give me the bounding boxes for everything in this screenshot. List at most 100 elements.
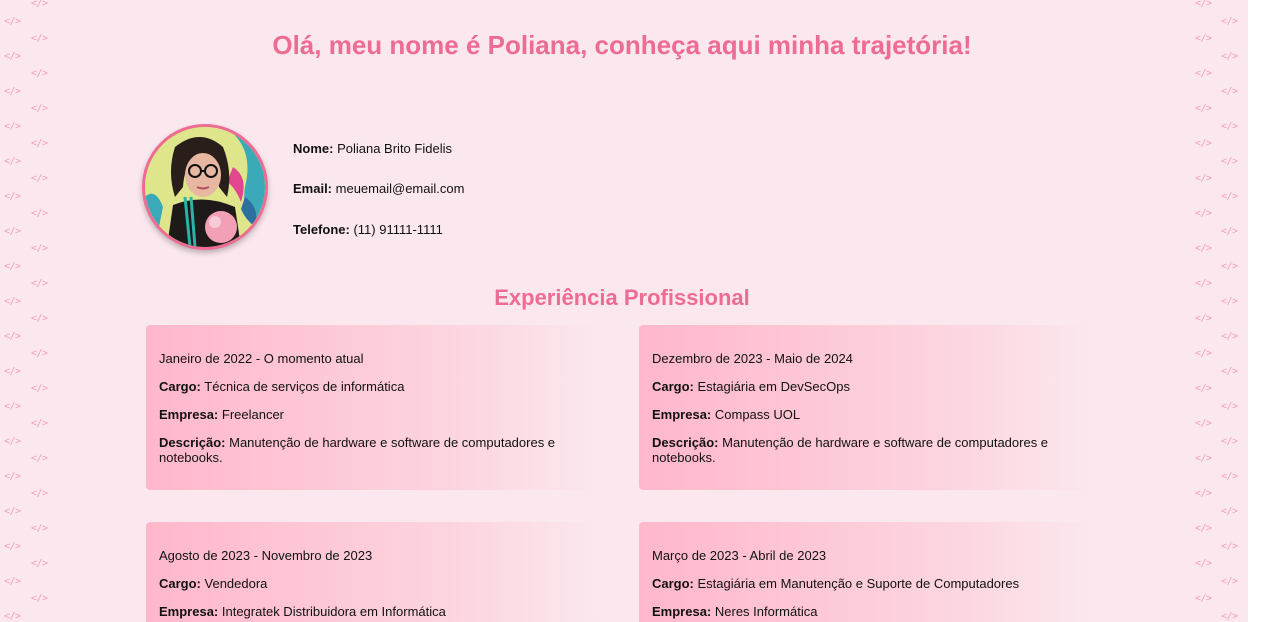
- code-glyph: </>: [4, 330, 21, 342]
- code-glyph: </>: [1221, 155, 1238, 167]
- profile-photo-image: [145, 127, 265, 247]
- profile-photo: [142, 124, 268, 250]
- code-glyph: </>: [1195, 313, 1212, 324]
- experience-period: Março de 2023 - Abril de 2023: [652, 548, 827, 563]
- experience-title: Experiência Profissional: [494, 285, 750, 310]
- empresa-value: Integratek Distribuidora em Informática: [221, 604, 446, 619]
- code-glyph: </>: [1195, 453, 1212, 464]
- page-title: Olá, meu nome é Poliana, conheça aqui mi…: [272, 30, 972, 60]
- cargo-label: Cargo:: [159, 379, 201, 394]
- code-glyph: </>: [1195, 558, 1212, 569]
- code-glyph: </>: [31, 488, 48, 499]
- profile-phone: Telefone: (11) 91111-1111: [293, 222, 443, 237]
- code-glyph: </>: [31, 453, 48, 464]
- experience-card: Agosto de 2023 - Novembro de 2023 Cargo:…: [146, 522, 604, 622]
- code-glyph: </>: [1221, 540, 1238, 552]
- code-glyph: </>: [4, 225, 21, 237]
- descricao-label: Descrição:: [652, 435, 719, 450]
- code-glyph: </>: [31, 173, 48, 184]
- code-glyph: </>: [31, 208, 48, 219]
- code-glyph: </>: [31, 383, 48, 394]
- email-value: meuemail@email.com: [335, 181, 465, 196]
- code-glyph: </>: [1195, 138, 1212, 149]
- code-glyph: </>: [31, 103, 48, 114]
- code-glyph: </>: [31, 348, 48, 359]
- cargo-label: Cargo:: [652, 379, 694, 394]
- code-glyph: </>: [1221, 15, 1238, 27]
- empresa-label: Empresa:: [159, 604, 219, 619]
- name-value: Poliana Brito Fidelis: [337, 141, 452, 156]
- code-glyph: </>: [1195, 243, 1212, 254]
- code-glyph: </>: [1221, 400, 1238, 412]
- code-glyph: </>: [4, 260, 21, 272]
- code-glyph: </>: [31, 68, 48, 79]
- code-glyph: </>: [31, 418, 48, 429]
- code-glyph: </>: [1195, 523, 1212, 534]
- code-glyph: </>: [1221, 470, 1238, 482]
- code-glyph: </>: [1221, 85, 1238, 97]
- code-glyph: </>: [31, 593, 48, 604]
- cargo-value: Estagiária em Manutenção e Suporte de Co…: [697, 576, 1020, 591]
- empresa-label: Empresa:: [652, 407, 712, 422]
- cargo-label: Cargo:: [159, 576, 201, 591]
- empresa-label: Empresa:: [652, 604, 712, 619]
- code-glyph: </>: [1195, 208, 1212, 219]
- code-glyph: </>: [31, 313, 48, 324]
- code-pattern-right: </> </> </> </> </> </> </> </> </> </> </> </> </> <…: [1190, 0, 1240, 622]
- code-glyph: </>: [1221, 435, 1238, 447]
- code-glyph: </>: [1221, 575, 1238, 587]
- code-glyph: </>: [31, 0, 48, 9]
- code-glyph: </>: [1221, 190, 1238, 202]
- code-glyph: </>: [1195, 593, 1212, 604]
- page-right-gutter: [1248, 0, 1274, 622]
- experience-period: Dezembro de 2023 - Maio de 2024: [652, 351, 853, 366]
- code-glyph: </>: [1221, 330, 1238, 342]
- experience-card: Janeiro de 2022 - O momento atual Cargo:…: [146, 325, 604, 490]
- page: </> </> </> </> </> </> </> </> </> </> </> </> </> <…: [0, 0, 1248, 622]
- experience-period: Janeiro de 2022 - O momento atual: [159, 351, 364, 366]
- code-glyph: </>: [1195, 488, 1212, 499]
- code-glyph: </>: [4, 540, 21, 552]
- email-label: Email:: [293, 181, 333, 196]
- empresa-label: Empresa:: [159, 407, 219, 422]
- code-glyph: </>: [1195, 383, 1212, 394]
- code-glyph: </>: [1195, 348, 1212, 359]
- code-glyph: </>: [4, 85, 21, 97]
- descricao-label: Descrição:: [159, 435, 226, 450]
- code-glyph: </>: [1195, 68, 1212, 79]
- profile-email: Email: meuemail@email.com: [293, 181, 464, 196]
- cargo-value: Vendedora: [204, 576, 268, 591]
- code-pattern-left: </> </> </> </> </> </> </> </> </> </> </> </> </> <…: [0, 0, 50, 622]
- cargo-label: Cargo:: [652, 576, 694, 591]
- code-glyph: </>: [31, 558, 48, 569]
- code-glyph: </>: [4, 190, 21, 202]
- experience-period: Agosto de 2023 - Novembro de 2023: [159, 548, 373, 563]
- code-glyph: </>: [1221, 505, 1238, 517]
- code-glyph: </>: [1221, 225, 1238, 237]
- code-glyph: </>: [4, 470, 21, 482]
- code-glyph: </>: [4, 155, 21, 167]
- code-glyph: </>: [1221, 120, 1238, 132]
- code-glyph: </>: [4, 575, 21, 587]
- name-label: Nome:: [293, 141, 334, 156]
- code-glyph: </>: [31, 138, 48, 149]
- cargo-value: Estagiária em DevSecOps: [697, 379, 850, 394]
- code-glyph: </>: [4, 365, 21, 377]
- empresa-value: Compass UOL: [714, 407, 801, 422]
- code-glyph: </>: [4, 610, 21, 622]
- phone-label: Telefone:: [293, 222, 350, 237]
- code-glyph: </>: [4, 120, 21, 132]
- code-glyph: </>: [31, 523, 48, 534]
- empresa-value: Neres Informática: [714, 604, 818, 619]
- code-glyph: </>: [1221, 610, 1238, 622]
- code-glyph: </>: [4, 435, 21, 447]
- experience-card: Março de 2023 - Abril de 2023 Cargo: Est…: [639, 522, 1097, 622]
- code-glyph: </>: [1195, 0, 1212, 9]
- code-glyph: </>: [1195, 173, 1212, 184]
- profile-name: Nome: Poliana Brito Fidelis: [293, 141, 452, 156]
- code-glyph: </>: [1221, 365, 1238, 377]
- code-glyph: </>: [1195, 103, 1212, 114]
- code-glyph: </>: [1195, 418, 1212, 429]
- experience-card: Dezembro de 2023 - Maio de 2024 Cargo: E…: [639, 325, 1097, 490]
- phone-value: (11) 91111-1111: [353, 222, 443, 237]
